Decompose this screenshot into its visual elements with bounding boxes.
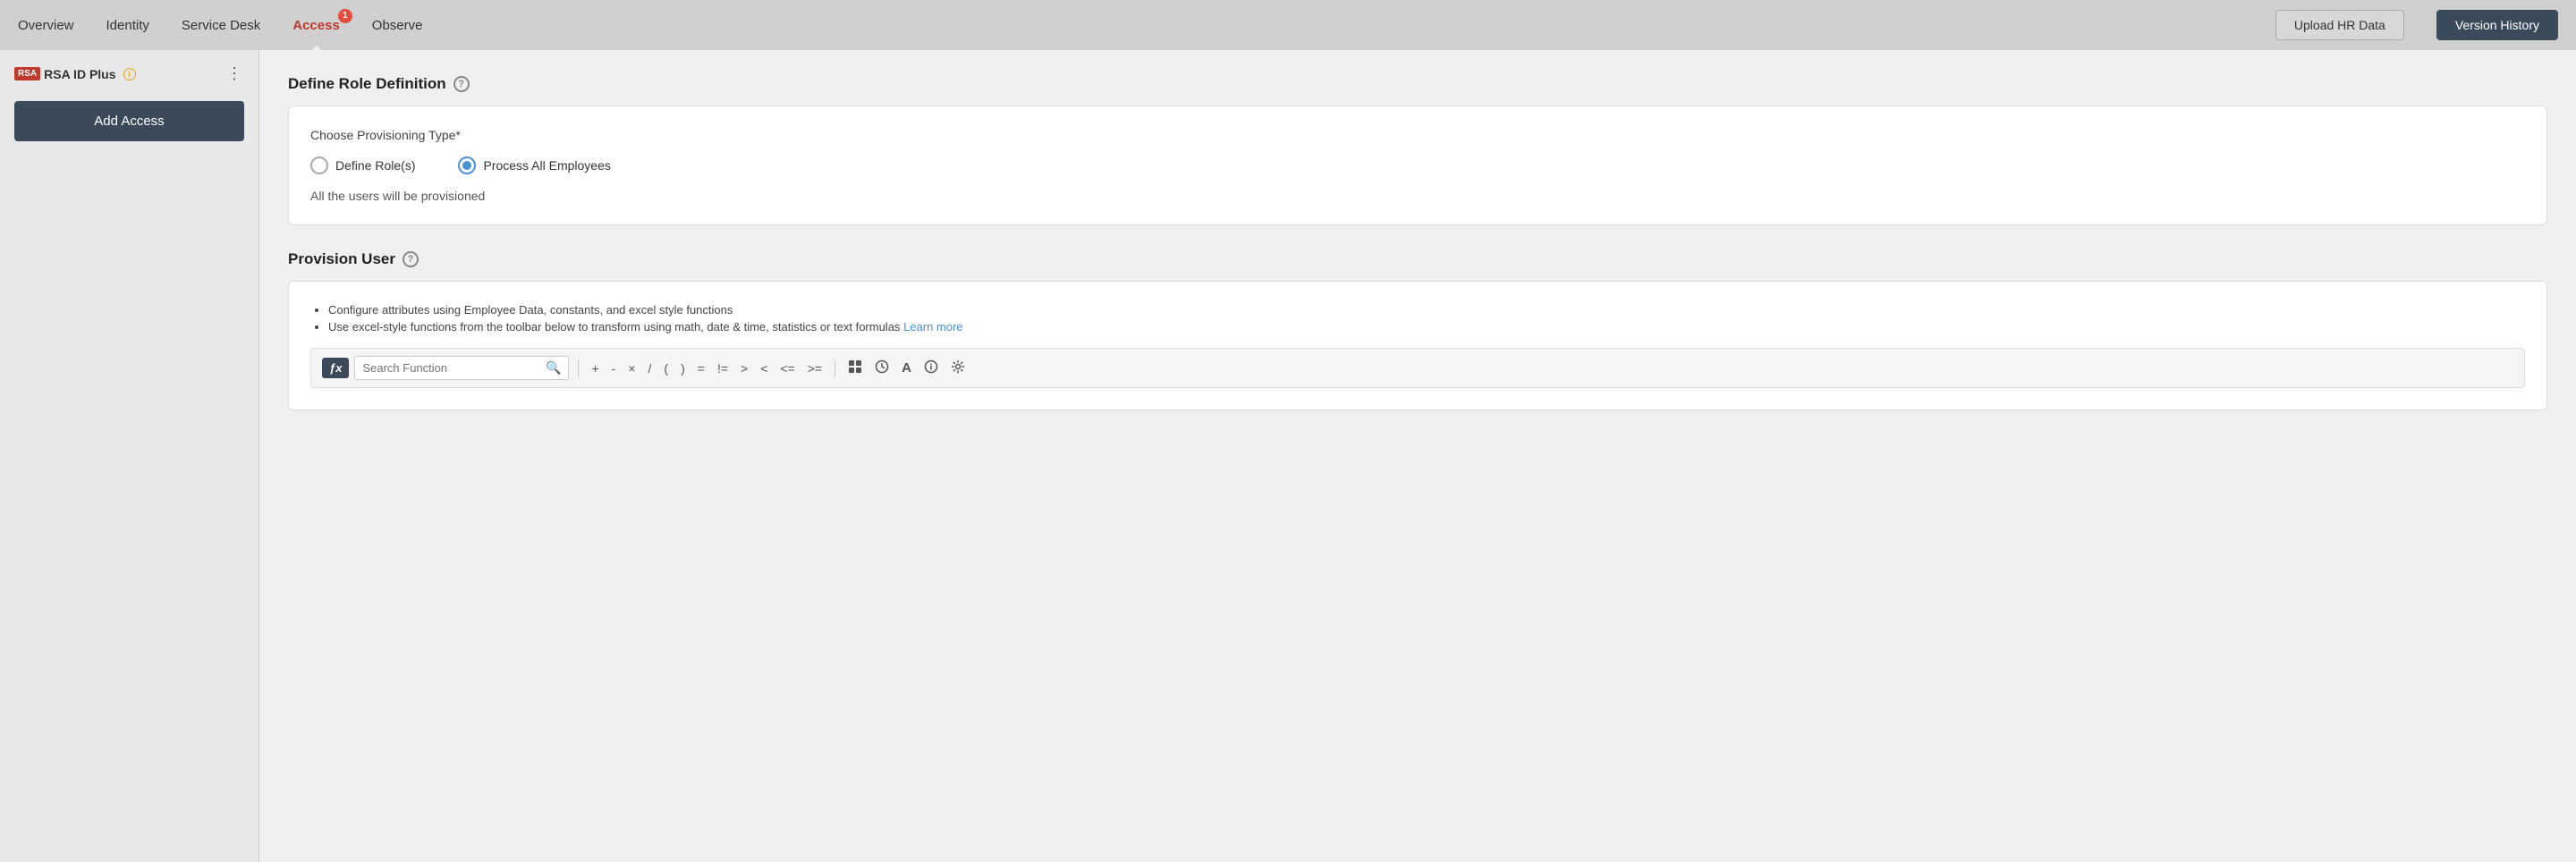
toolbar-greater-btn[interactable]: > [737,359,751,377]
toolbar-separator-1 [578,359,579,377]
provision-user-title: Provision User ? [288,250,2547,268]
radio-group: Define Role(s) Process All Employees [310,156,2525,174]
nav-overview[interactable]: Overview [18,14,74,37]
toolbar-clock-btn[interactable] [871,358,893,378]
toolbar-font-btn[interactable]: A [898,359,915,377]
define-role-card: Choose Provisioning Type* Define Role(s)… [288,106,2547,225]
toolbar-equals-btn[interactable]: = [694,359,708,377]
info-toolbar-icon [924,359,938,374]
define-role-help-icon[interactable]: ? [453,76,470,92]
version-history-button[interactable]: Version History [2436,10,2558,40]
toolbar-minus-btn[interactable]: - [608,359,620,377]
sidebar: RSA RSA ID Plus i ⋮ Add Access [0,50,259,862]
nav-identity[interactable]: Identity [106,14,149,37]
main-layout: RSA RSA ID Plus i ⋮ Add Access Define Ro… [0,50,2576,862]
radio-process-all-circle[interactable] [458,156,476,174]
sidebar-app-title: RSA ID Plus [44,67,115,81]
toolbar-grid-btn[interactable] [844,358,866,378]
nav-service-desk[interactable]: Service Desk [182,14,260,37]
define-role-section: Define Role Definition ? Choose Provisio… [288,75,2547,225]
access-badge: 1 [338,9,352,23]
define-role-title: Define Role Definition ? [288,75,2547,93]
provision-note: All the users will be provisioned [310,189,2525,203]
rsa-logo-box: RSA [14,67,40,80]
add-access-button[interactable]: Add Access [14,101,244,141]
toolbar-multiply-btn[interactable]: × [624,359,639,377]
bullet-item-2: Use excel-style functions from the toolb… [328,320,2525,334]
provision-user-card: Configure attributes using Employee Data… [288,281,2547,410]
search-function-input[interactable] [362,361,546,375]
toolbar-plus-btn[interactable]: + [588,359,602,377]
radio-process-all[interactable]: Process All Employees [458,156,610,174]
fx-badge: ƒx [322,358,349,378]
info-icon[interactable]: i [123,68,136,80]
upload-hr-data-button[interactable]: Upload HR Data [2275,10,2404,40]
learn-more-link[interactable]: Learn more [903,320,962,334]
sidebar-header: RSA RSA ID Plus i ⋮ [14,64,244,83]
nav-observe[interactable]: Observe [372,14,423,37]
grid-icon [848,359,862,374]
bullet-item-1: Configure attributes using Employee Data… [328,303,2525,317]
toolbar-settings-btn[interactable] [947,358,969,378]
search-icon: 🔍 [546,360,561,376]
toolbar-close-paren-btn[interactable]: ) [677,359,689,377]
top-nav: Overview Identity Service Desk Access 1 … [0,0,2576,50]
nav-access[interactable]: Access 1 [292,14,340,37]
rsa-logo: RSA RSA ID Plus i [14,67,136,81]
search-function-input-wrapper: 🔍 [354,356,569,380]
provision-user-help-icon[interactable]: ? [402,251,419,267]
toolbar-lte-btn[interactable]: <= [776,359,798,377]
provision-bullet-list: Configure attributes using Employee Data… [310,303,2525,334]
toolbar-not-equals-btn[interactable]: != [714,359,732,377]
toolbar-less-btn[interactable]: < [757,359,771,377]
main-content: Define Role Definition ? Choose Provisio… [259,50,2576,862]
provisioning-label: Choose Provisioning Type* [310,128,2525,142]
radio-define-roles[interactable]: Define Role(s) [310,156,415,174]
radio-process-all-label: Process All Employees [483,158,610,173]
toolbar-gte-btn[interactable]: >= [804,359,826,377]
gear-icon [951,359,965,374]
kebab-menu-icon[interactable]: ⋮ [226,64,244,83]
clock-icon [875,359,889,374]
radio-define-roles-circle[interactable] [310,156,328,174]
toolbar-divide-btn[interactable]: / [645,359,656,377]
toolbar-open-paren-btn[interactable]: ( [660,359,672,377]
provision-user-section: Provision User ? Configure attributes us… [288,250,2547,410]
radio-define-roles-label: Define Role(s) [335,158,415,173]
toolbar-info-btn[interactable] [920,358,942,378]
logo-area: RSA RSA ID Plus i [14,67,136,81]
formula-toolbar: ƒx 🔍 + - × / ( ) = != > < <= [310,348,2525,388]
